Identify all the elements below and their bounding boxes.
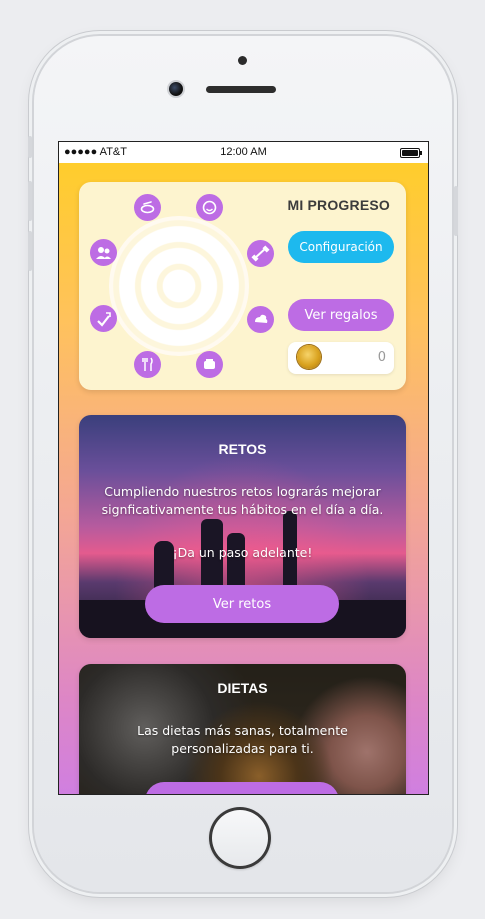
view-challenges-button[interactable]: Ver retos bbox=[145, 585, 339, 623]
mood-icon[interactable] bbox=[196, 194, 223, 221]
figure-silhouette bbox=[227, 533, 245, 591]
diets-title: DIETAS bbox=[217, 680, 268, 696]
hydration-icon[interactable] bbox=[134, 351, 161, 378]
social-icon[interactable] bbox=[90, 239, 117, 266]
progress-rings[interactable] bbox=[109, 216, 249, 356]
home-button[interactable] bbox=[209, 807, 271, 869]
challenges-title: RETOS bbox=[218, 441, 267, 457]
food-icon[interactable] bbox=[196, 351, 223, 378]
progress-card: MI PROGRESO Configuración Ver regalos 0 bbox=[79, 182, 406, 390]
nutrition-icon[interactable] bbox=[134, 194, 161, 221]
view-diets-button[interactable] bbox=[145, 782, 339, 794]
clock: 12:00 AM bbox=[220, 146, 267, 158]
recycling-icon[interactable] bbox=[90, 305, 117, 332]
coin-icon bbox=[297, 345, 321, 369]
exercise-icon[interactable] bbox=[247, 240, 274, 267]
mute-switch bbox=[28, 136, 32, 158]
scroll-content[interactable]: MI PROGRESO Configuración Ver regalos 0 … bbox=[59, 163, 428, 794]
diets-description: Las dietas más sanas, totalmente persona… bbox=[137, 723, 348, 756]
coin-balance: 0 bbox=[288, 342, 394, 374]
sleep-icon[interactable] bbox=[247, 306, 274, 333]
view-gifts-button[interactable]: Ver regalos bbox=[288, 299, 394, 331]
challenges-tagline: ¡Da un paso adelante! bbox=[172, 545, 313, 560]
volume-up-button bbox=[28, 181, 32, 221]
challenges-card: RETOS Cumpliendo nuestros retos lograrás… bbox=[79, 415, 406, 638]
challenges-description: Cumpliendo nuestros retos lograrás mejor… bbox=[101, 484, 384, 517]
diets-card: DIETAS Las dietas más sanas, totalmente … bbox=[79, 664, 406, 794]
volume-down-button bbox=[28, 231, 32, 271]
app-screen: ●●●●● AT&T 12:00 AM MI PROGRESO Configur… bbox=[58, 141, 429, 795]
status-bar: ●●●●● AT&T 12:00 AM bbox=[59, 142, 428, 163]
power-button bbox=[454, 186, 458, 236]
coin-count: 0 bbox=[377, 350, 386, 365]
progress-title: MI PROGRESO bbox=[287, 197, 390, 213]
earpiece-speaker bbox=[206, 86, 276, 93]
proximity-sensor bbox=[238, 56, 247, 65]
battery-icon bbox=[400, 148, 422, 158]
front-camera bbox=[169, 82, 183, 96]
settings-button[interactable]: Configuración bbox=[288, 231, 394, 263]
